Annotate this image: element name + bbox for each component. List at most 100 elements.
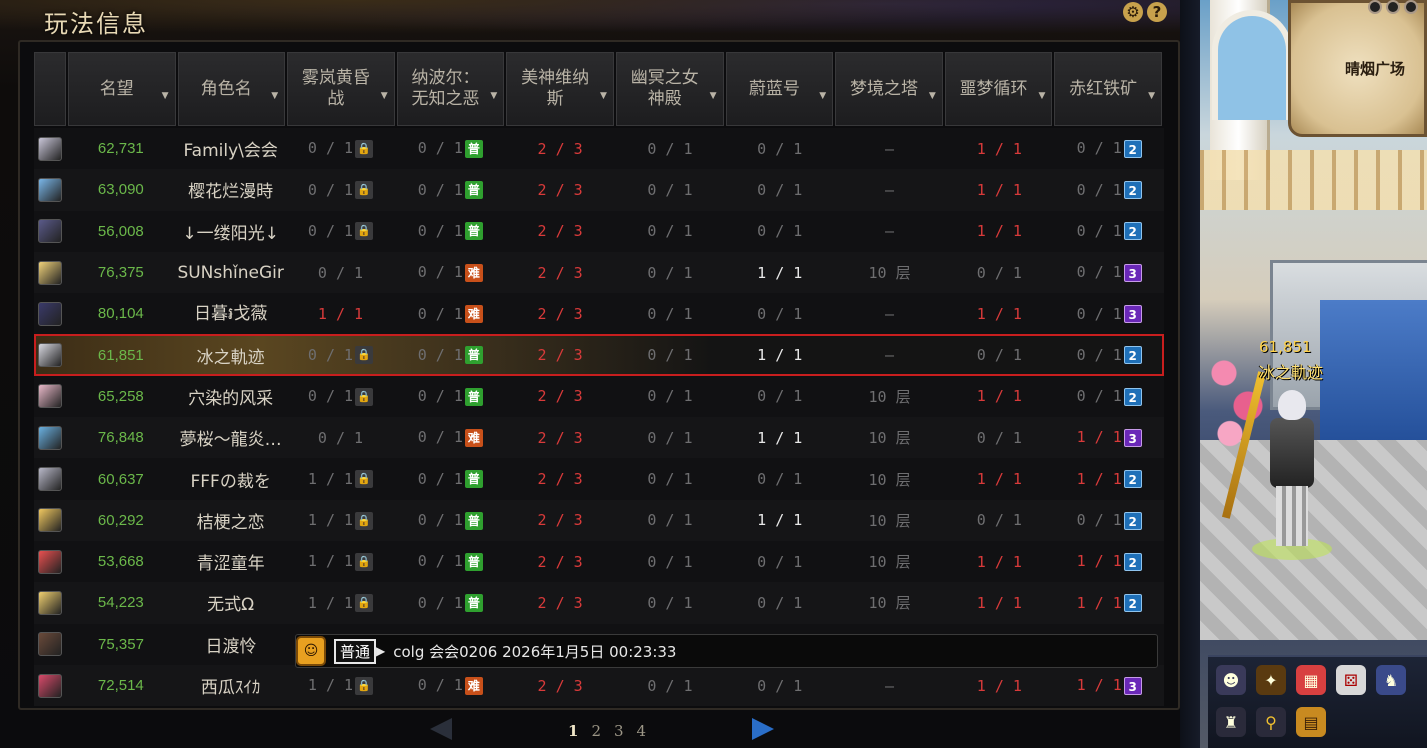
column-header-3[interactable]: 纳波尔：无知之恶 ▼: [396, 52, 505, 126]
avatar-cell: [34, 343, 66, 368]
progress-value: 10 层: [868, 387, 911, 406]
gear-icon[interactable]: ⚙: [1123, 2, 1143, 22]
progress-cell: 0 / 1: [944, 346, 1054, 364]
sort-arrow-icon: ▼: [928, 91, 936, 101]
progress-value: 0 / 1: [647, 304, 693, 323]
progress-cell: 2 / 3: [505, 305, 615, 323]
avatar-cell: [34, 590, 66, 615]
normal-difficulty-badge: 普: [464, 139, 483, 158]
table-row[interactable]: 56,008 ↓一缕阳光↓ 0 / 1 🔒 0 / 1普2 / 30 / 10 / 1–…: [34, 210, 1164, 252]
book-icon[interactable]: ▤: [1296, 707, 1326, 737]
progress-value: –: [885, 676, 895, 695]
tier-badge: 2: [1123, 222, 1142, 241]
next-page-button[interactable]: [752, 718, 774, 740]
mount-icon[interactable]: ♞: [1376, 665, 1406, 695]
progress-value: 1 / 1: [307, 552, 354, 571]
progress-value: 0 / 1: [1076, 345, 1122, 364]
tier-badge: 2: [1123, 387, 1142, 406]
character-icon[interactable]: ☻: [1216, 665, 1246, 695]
table-row[interactable]: 76,848 夢桜～龍炎… 0 / 10 / 1难2 / 30 / 11 / 1 10…: [34, 417, 1164, 459]
table-row[interactable]: 62,731 Family\会会 0 / 1 🔒 0 / 1普2 / 30 / 10 /…: [34, 128, 1164, 170]
table-row[interactable]: 65,258 穴染的风采 0 / 1 🔒 0 / 1普2 / 30 / 10 / 1 10…: [34, 375, 1164, 418]
column-header-2[interactable]: 雾岚黄昏战 ▼: [287, 52, 395, 126]
progress-value: 0 / 1: [1076, 511, 1122, 530]
table-row[interactable]: 76,375 SUNshǐneGir 0 / 10 / 1难2 / 30 / 11 …: [34, 251, 1164, 294]
progress-cell: 0 / 1: [615, 594, 725, 612]
progress-value: 1 / 1: [976, 222, 1022, 241]
trophy-icon[interactable]: ♜: [1216, 707, 1246, 737]
column-header-4[interactable]: 美神维纳斯 ▼: [506, 52, 614, 126]
table-row[interactable]: 53,668 青涩童年 1 / 1 🔒 0 / 1普2 / 30 / 10 / 1 10 …: [34, 540, 1164, 583]
column-header-1[interactable]: 角色名 ▼: [177, 52, 286, 126]
normal-difficulty-badge: 普: [464, 181, 483, 200]
progress-cell: 0 / 1: [944, 511, 1054, 529]
progress-value: 1 / 1: [976, 387, 1022, 406]
help-icon[interactable]: ?: [1147, 2, 1167, 22]
progress-value: 2 / 3: [537, 180, 583, 199]
character-name: 樱花烂漫時: [188, 182, 274, 203]
progress-value: 0 / 1: [417, 428, 463, 447]
progress-cell: 0 / 1 🔒: [286, 387, 396, 406]
progress-value: 0 / 1: [307, 387, 354, 406]
fame-value: 75,357: [98, 635, 144, 653]
tier-badge: 3: [1123, 676, 1142, 695]
progress-cell: 0 / 1: [725, 553, 835, 571]
table-row[interactable]: 61,851 冰之軌迹 0 / 1 🔒 0 / 1普2 / 30 / 11 / 1–0 …: [34, 334, 1164, 376]
progress-value: 0 / 1: [647, 387, 693, 406]
table-row[interactable]: 63,090 樱花烂漫時 0 / 1 🔒 0 / 1普2 / 30 / 10 / 1–1…: [34, 169, 1164, 211]
new-icon[interactable]: ✦: [1256, 665, 1286, 695]
progress-value: 1 / 1: [976, 304, 1022, 323]
progress-value: 0 / 1: [417, 552, 463, 571]
column-header-6[interactable]: 蔚蓝号 ▼: [725, 52, 834, 126]
progress-cell: 1 / 1: [944, 181, 1054, 199]
character-name: 冰之軌迹: [196, 347, 265, 368]
progress-cell: 0 / 12: [1054, 181, 1164, 200]
character-name: FFFの裁を: [190, 471, 271, 492]
progress-value: 2 / 3: [537, 593, 583, 612]
progress-cell: 0 / 1: [615, 429, 725, 447]
page-number[interactable]: 2: [591, 722, 601, 740]
column-header-5[interactable]: 幽冥之女神殿 ▼: [615, 52, 724, 126]
header-avatar-column: [34, 52, 66, 126]
tier-badge: 3: [1123, 305, 1142, 324]
lock-icon: 🔒: [355, 181, 374, 200]
table-row[interactable]: 80,104 日暮៛戈薇 1 / 10 / 1难2 / 30 / 10 / 1–1 …: [34, 293, 1164, 335]
progress-value: 0 / 1: [307, 139, 354, 158]
progress-cell: 1 / 1: [944, 387, 1054, 405]
progress-cell: 1 / 1 🔒: [286, 470, 396, 489]
progress-cell: 0 / 12: [1054, 387, 1164, 406]
minimap-location: 晴烟广场: [1345, 60, 1406, 78]
table-row[interactable]: 54,223 无式Ω 1 / 1 🔒 0 / 1普2 / 30 / 10 / 1 10 层…: [34, 582, 1164, 624]
progress-cell: 2 / 3: [505, 346, 615, 364]
fame-value: 65,258: [97, 387, 144, 405]
prev-page-button[interactable]: [430, 718, 452, 740]
location-icon[interactable]: ⚲: [1256, 707, 1286, 737]
progress-value: 0 / 1: [417, 221, 463, 240]
lock-icon: 🔒: [355, 470, 374, 489]
table-row[interactable]: 60,637 FFFの裁を 1 / 1 🔒 0 / 1普2 / 30 / 10 / 11…: [34, 458, 1164, 500]
calendar-icon[interactable]: ▦: [1296, 665, 1326, 695]
play-info-table: 名望 ▼ 角色名 ▼ 雾岚黄昏战 ▼ 纳波尔：无知之恶 ▼ 美神维纳斯 ▼ 幽冥之女神殿 ▼ 蔚蓝号 ▼ 梦…: [34, 52, 1164, 707]
progress-value: 1 / 1: [976, 139, 1022, 158]
page-number[interactable]: 1: [568, 722, 578, 740]
column-header-9[interactable]: 赤红铁矿 ▼: [1054, 52, 1162, 126]
column-header-7[interactable]: 梦境之塔 ▼: [835, 52, 943, 126]
chat-bubble[interactable]: ☺ 普通 ▶ colg 会会0206 2026年1月5日 00:23:33: [295, 634, 1158, 668]
progress-value: 0 / 1: [1076, 221, 1122, 240]
page-number[interactable]: 4: [637, 722, 647, 740]
table-row[interactable]: 60,292 桔梗之恋 1 / 1 🔒 0 / 1普2 / 30 / 11 / 1 10 …: [34, 499, 1164, 541]
hard-difficulty-badge: 难: [464, 305, 483, 324]
column-header-8[interactable]: 噩梦循环 ▼: [944, 52, 1053, 126]
table-body: 62,731 Family\会会 0 / 1 🔒 0 / 1普2 / 30 / 10 /…: [34, 128, 1164, 707]
progress-value: 0 / 1: [976, 511, 1022, 530]
column-header-0[interactable]: 名望 ▼: [67, 52, 176, 126]
progress-cell: 0 / 1: [615, 181, 725, 199]
normal-difficulty-badge: 普: [464, 552, 483, 571]
progress-cell: 1 / 13: [1054, 428, 1164, 447]
page-number[interactable]: 3: [614, 722, 624, 740]
progress-cell: 0 / 1: [615, 677, 725, 695]
table-row[interactable]: 72,514 西瓜ｽｲｶ 1 / 1 🔒 0 / 1难2 / 30 / 10 / 1–1…: [34, 664, 1164, 707]
player-character: [1221, 371, 1332, 560]
progress-cell: 1 / 1 🔒: [286, 594, 396, 613]
dice-icon[interactable]: ⚄: [1336, 665, 1366, 695]
